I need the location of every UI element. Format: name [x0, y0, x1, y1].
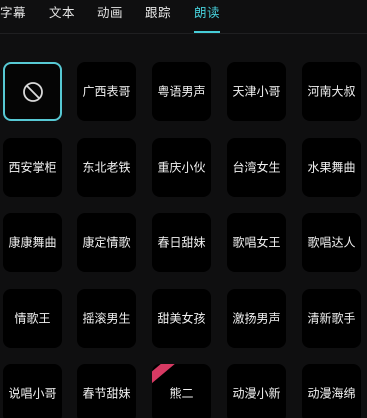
voice-tile[interactable]: 摇滚男生: [77, 289, 136, 348]
voice-tile[interactable]: 天津小哥: [227, 62, 286, 121]
voice-tile-label: 动漫海绵: [307, 386, 356, 400]
voice-tile[interactable]: 动漫海绵: [302, 364, 361, 418]
voice-tile-label: 水果舞曲: [307, 160, 356, 174]
voice-tile[interactable]: 粤语男声: [152, 62, 211, 121]
voice-tile-label: 歌唱达人: [307, 235, 356, 249]
voice-tile-label: 歌唱女王: [232, 235, 281, 249]
voice-tile-label: 春日甜妹: [157, 235, 206, 249]
voice-tile-label: 东北老铁: [82, 160, 131, 174]
voice-tile[interactable]: 歌唱达人: [302, 213, 361, 272]
voice-tile[interactable]: 激扬男声: [227, 289, 286, 348]
voice-tile[interactable]: 春节甜妹: [77, 364, 136, 418]
voice-tile-label: 重庆小伙: [157, 160, 206, 174]
voice-tile[interactable]: 西安掌柜: [3, 138, 62, 197]
voice-tile-label: 说唱小哥: [8, 386, 57, 400]
voice-tile[interactable]: 说唱小哥: [3, 364, 62, 418]
voice-tile-label: 情歌王: [14, 311, 51, 325]
voice-tile[interactable]: 东北老铁: [77, 138, 136, 197]
voice-tile-label: 康定情歌: [82, 235, 131, 249]
voice-tile-label: 春节甜妹: [82, 386, 131, 400]
voice-tile[interactable]: 广西表哥: [77, 62, 136, 121]
voice-tile-label: 康康舞曲: [8, 235, 57, 249]
voice-tile-label: 粤语男声: [157, 84, 206, 98]
voice-tile-label: 天津小哥: [232, 84, 281, 98]
voice-tile[interactable]: 动漫小新: [227, 364, 286, 418]
voice-grid: 广西表哥 粤语男声 天津小哥 河南大叔 西安掌柜 东北老铁 重庆小伙 台湾女生 …: [0, 0, 367, 418]
voice-tile[interactable]: 水果舞曲: [302, 138, 361, 197]
voice-tile-label: 摇滚男生: [82, 311, 131, 325]
voice-tile[interactable]: 春日甜妹: [152, 213, 211, 272]
voice-tile[interactable]: 情歌王: [3, 289, 62, 348]
none-icon: [22, 81, 43, 102]
voice-tile-label: 广西表哥: [82, 84, 131, 98]
voice-tile[interactable]: 重庆小伙: [152, 138, 211, 197]
voice-tile-label: 台湾女生: [232, 160, 281, 174]
new-badge: [152, 364, 176, 385]
voice-tile[interactable]: 台湾女生: [227, 138, 286, 197]
voice-tile-label: 清新歌手: [307, 311, 356, 325]
voice-tile[interactable]: 康康舞曲: [3, 213, 62, 272]
voice-tile-label: 西安掌柜: [8, 160, 57, 174]
voice-tile[interactable]: 康定情歌: [77, 213, 136, 272]
voice-tile-label: 熊二: [169, 386, 194, 400]
voice-tile-label: 动漫小新: [232, 386, 281, 400]
voice-tile-label: 河南大叔: [307, 84, 356, 98]
voice-tile[interactable]: 河南大叔: [302, 62, 361, 121]
voice-tile-label: 激扬男声: [232, 311, 281, 325]
voice-tile[interactable]: 歌唱女王: [227, 213, 286, 272]
voice-tile[interactable]: 熊二: [152, 364, 211, 418]
voice-tile[interactable]: 清新歌手: [302, 289, 361, 348]
voice-tile[interactable]: 甜美女孩: [152, 289, 211, 348]
voice-tile-label: 甜美女孩: [157, 311, 206, 325]
voice-tile-none[interactable]: [3, 62, 62, 121]
